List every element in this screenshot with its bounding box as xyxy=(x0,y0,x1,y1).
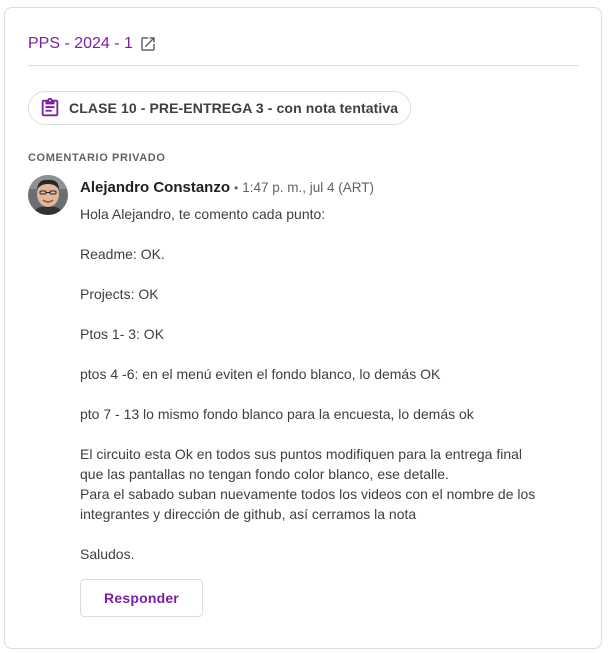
comment-header: Alejandro Constanzo • 1:47 p. m., jul 4 (A… xyxy=(80,178,374,198)
header-divider xyxy=(28,65,579,66)
class-title[interactable]: PPS - 2024 - 1 xyxy=(28,34,133,54)
assignment-icon xyxy=(39,97,61,119)
comment-author: Alejandro Constanzo xyxy=(80,179,231,196)
comment-line: Saludos. xyxy=(80,546,135,562)
comment-line: pto 7 - 13 lo mismo fondo blanco para la… xyxy=(80,406,474,422)
comment-line: que las pantallas no tengan fondo color … xyxy=(80,466,449,482)
open-in-new-icon[interactable] xyxy=(139,35,157,53)
avatar xyxy=(28,175,68,215)
comment-line: Projects: OK xyxy=(80,286,159,302)
comment-line: Readme: OK. xyxy=(80,246,165,262)
private-comment-card: PPS - 2024 - 1 CLASE 10 - PRE-ENTREGA 3 … xyxy=(4,7,602,649)
reply-button[interactable]: Responder xyxy=(80,579,203,617)
section-label: COMENTARIO PRIVADO xyxy=(28,152,166,164)
assignment-chip[interactable]: CLASE 10 - PRE-ENTREGA 3 - con nota tent… xyxy=(28,91,412,125)
comment-line: Hola Alejandro, te comento cada punto: xyxy=(80,206,326,222)
assignment-title[interactable]: CLASE 10 - PRE-ENTREGA 3 - con nota tent… xyxy=(69,100,398,116)
comment-timestamp: 1:47 p. m., jul 4 (ART) xyxy=(242,180,375,195)
comment-body: Hola Alejandro, te comento cada punto: R… xyxy=(80,204,580,564)
comment-line: El circuito esta Ok en todos sus puntos … xyxy=(80,446,523,462)
class-link[interactable]: PPS - 2024 - 1 xyxy=(28,34,157,54)
meta-separator: • xyxy=(234,181,239,195)
comment-line: Ptos 1- 3: OK xyxy=(80,326,165,342)
comment-line: Para el sabado suban nuevamente todos lo… xyxy=(80,486,536,502)
comment-line: integrantes y dirección de github, así c… xyxy=(80,506,417,522)
comment-line: ptos 4 -6: en el menú eviten el fondo bl… xyxy=(80,366,441,382)
